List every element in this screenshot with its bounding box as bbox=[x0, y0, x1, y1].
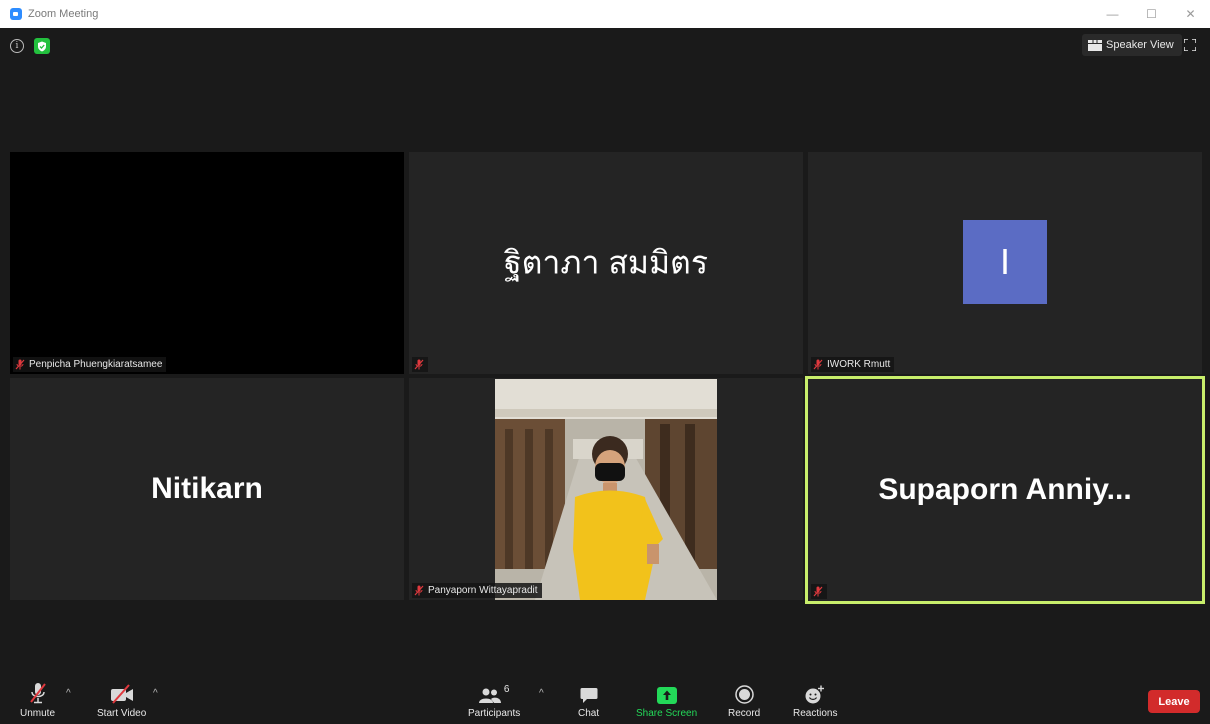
mic-muted-icon bbox=[29, 683, 46, 704]
start-video-label: Start Video bbox=[97, 708, 147, 719]
mic-muted-icon bbox=[813, 586, 823, 597]
participants-icon bbox=[478, 688, 501, 703]
share-screen-icon bbox=[656, 687, 677, 704]
record-label: Record bbox=[728, 708, 761, 719]
participants-button[interactable]: 6 Participants bbox=[468, 678, 520, 719]
participant-avatar: I bbox=[963, 220, 1047, 304]
participant-tile-thai-name[interactable]: ฐิตาภา สมมิตร bbox=[409, 152, 803, 374]
reactions-icon bbox=[805, 685, 825, 704]
record-icon bbox=[734, 685, 754, 704]
leave-meeting-button[interactable]: Leave bbox=[1148, 690, 1200, 713]
mic-muted-icon bbox=[414, 359, 424, 370]
mic-muted-icon bbox=[414, 585, 424, 596]
top-left-controls: i bbox=[10, 38, 50, 54]
fullscreen-icon[interactable] bbox=[1184, 39, 1196, 51]
grid-view-icon bbox=[1088, 39, 1102, 51]
participant-display-name: ฐิตาภา สมมิตร bbox=[503, 244, 709, 281]
participant-name-tag bbox=[811, 584, 827, 599]
zoom-app-icon bbox=[10, 8, 22, 20]
chat-label: Chat bbox=[578, 708, 600, 719]
participants-count: 6 bbox=[503, 684, 510, 695]
participant-name-tag: Penpicha Phuengkiaratsamee bbox=[13, 357, 167, 372]
close-button[interactable]: ✕ bbox=[1171, 0, 1210, 28]
participant-tile-iwork[interactable]: I IWORK Rmutt bbox=[808, 152, 1202, 374]
participant-name: Panyaporn Wittayapradit bbox=[428, 585, 538, 596]
participant-name-tag: IWORK Rmutt bbox=[811, 357, 895, 372]
participant-video-feed bbox=[495, 379, 717, 600]
speaker-view-label: Speaker View bbox=[1106, 39, 1174, 51]
maximize-button[interactable]: ☐ bbox=[1132, 0, 1171, 28]
participant-tile-panyaporn[interactable]: Panyaporn Wittayapradit bbox=[409, 378, 803, 600]
meeting-info-icon[interactable]: i bbox=[10, 39, 24, 53]
window-titlebar: Zoom Meeting — ☐ ✕ bbox=[0, 0, 1210, 28]
participant-tile-supaporn[interactable]: Supaporn Anniy... bbox=[805, 376, 1205, 604]
participants-options-caret[interactable]: ^ bbox=[539, 688, 544, 699]
mic-muted-icon bbox=[15, 359, 25, 370]
participant-display-name: Supaporn Anniy... bbox=[878, 473, 1132, 506]
participant-name-tag bbox=[412, 357, 428, 372]
chat-icon bbox=[580, 688, 598, 703]
chat-button[interactable]: Chat bbox=[578, 678, 599, 719]
participant-tile-nitikarn[interactable]: Nitikarn bbox=[10, 378, 404, 600]
record-button[interactable]: Record bbox=[728, 678, 760, 719]
unmute-label: Unmute bbox=[20, 708, 56, 719]
reactions-button[interactable]: Reactions bbox=[793, 678, 837, 719]
mic-muted-icon bbox=[813, 359, 823, 370]
participant-name: Penpicha Phuengkiaratsamee bbox=[29, 359, 163, 370]
meeting-toolbar: Unmute ^ Start Video ^ 6 Participants ^ … bbox=[0, 676, 1210, 724]
speaker-view-button[interactable]: Speaker View bbox=[1082, 34, 1182, 56]
unmute-button[interactable]: Unmute bbox=[20, 678, 55, 719]
encryption-shield-icon[interactable] bbox=[34, 38, 50, 54]
window-controls: — ☐ ✕ bbox=[1093, 0, 1210, 28]
video-options-caret[interactable]: ^ bbox=[153, 688, 158, 699]
minimize-button[interactable]: — bbox=[1093, 0, 1132, 28]
share-screen-button[interactable]: Share Screen bbox=[636, 678, 697, 719]
audio-options-caret[interactable]: ^ bbox=[66, 688, 71, 699]
participant-name: IWORK Rmutt bbox=[827, 359, 891, 370]
video-off-icon bbox=[110, 684, 133, 704]
start-video-button[interactable]: Start Video bbox=[97, 678, 146, 719]
share-screen-label: Share Screen bbox=[636, 708, 698, 719]
window-title: Zoom Meeting bbox=[28, 8, 99, 20]
participant-display-name: Nitikarn bbox=[151, 472, 263, 505]
reactions-label: Reactions bbox=[793, 708, 838, 719]
participant-tile-penpicha[interactable]: Penpicha Phuengkiaratsamee bbox=[10, 152, 404, 374]
participant-name-tag: Panyaporn Wittayapradit bbox=[412, 583, 542, 598]
meeting-stage: i Speaker View Penpicha Phuengkiaratsame… bbox=[0, 28, 1210, 724]
participants-label: Participants bbox=[468, 708, 521, 719]
